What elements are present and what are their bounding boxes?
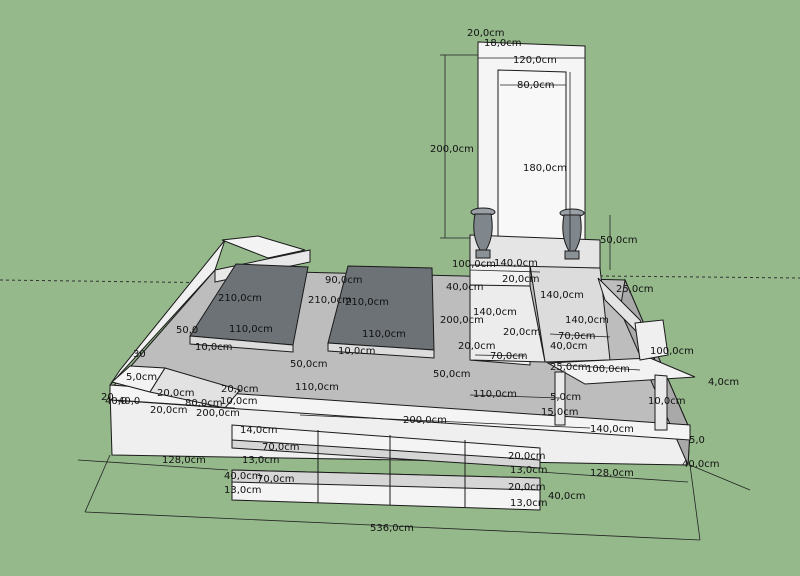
dim-label: 40,0cm — [550, 341, 588, 352]
dim-label: 10,0cm — [195, 342, 233, 353]
dim-label: 13,0cm — [224, 485, 262, 496]
dim-label: 50,0cm — [433, 369, 471, 380]
dim-label: 50,0cm — [600, 235, 638, 246]
dim-label: 140,0cm — [590, 424, 634, 435]
dim-label: 13,0cm — [510, 498, 548, 509]
dim-label: 70,0cm — [257, 474, 295, 485]
dim-label: 5,0cm — [126, 372, 157, 383]
dim-label: 14,0cm — [240, 425, 278, 436]
dim-label: 180,0cm — [523, 163, 567, 174]
dim-label: 10,0cm — [648, 396, 686, 407]
dim-label: 70,0cm — [262, 442, 300, 453]
dim-label: 18,0cm — [484, 38, 522, 49]
dim-label: 4,0cm — [708, 377, 739, 388]
dim-label: 80,0cm — [517, 80, 555, 91]
dim-label: 110,0cm — [362, 329, 406, 340]
dim-label: 100,0cm — [650, 346, 694, 357]
dim-label: 5,0 — [689, 435, 705, 446]
dim-label: 13,0cm — [242, 455, 280, 466]
dim-label: 128,0cm — [590, 468, 634, 479]
headstone-inner-panel — [497, 69, 567, 251]
dim-label: 30 — [133, 349, 146, 360]
dim-label: 20,0cm — [508, 482, 546, 493]
dim-label: 100,0cm — [586, 364, 630, 375]
dim-label: 20,0cm — [508, 451, 546, 462]
dim-label: 536,0cm — [370, 523, 414, 534]
dim-label: 140,0cm — [494, 258, 538, 269]
dim-label: 110,0cm — [229, 324, 273, 335]
dim-label: 40,0cm — [548, 491, 586, 502]
gravestone-3d-model: 20,0cm 18,0cm 120,0cm 80,0cm 200,0cm 180… — [0, 28, 800, 541]
dim-label: 40,0 — [105, 396, 127, 407]
dim-label: 200,0cm — [196, 408, 240, 419]
axis-line-right — [599, 275, 800, 279]
dim-label: 20,0cm — [503, 327, 541, 338]
dim-label: 15,0cm — [541, 407, 579, 418]
dim-label: 50,0 — [176, 325, 198, 336]
dim-label: 210,0cm — [308, 295, 352, 306]
dim-label: 50,0cm — [290, 359, 328, 370]
dim-label: 25,0cm — [616, 284, 654, 295]
dim-label: 120,0cm — [513, 55, 557, 66]
dim-label: 140,0cm — [540, 290, 584, 301]
dim-label: 70,0cm — [490, 351, 528, 362]
dim-label: 10,0cm — [220, 396, 258, 407]
dim-label: 90,0cm — [325, 275, 363, 286]
dim-label: 40,0cm — [446, 282, 484, 293]
dim-label: 110,0cm — [295, 382, 339, 393]
dim-label: 200,0cm — [403, 415, 447, 426]
dim-label: 200,0cm — [440, 315, 484, 326]
dim-label: 20,0cm — [221, 384, 259, 395]
dim-label: 13,0cm — [510, 465, 548, 476]
dim-label: 140,0cm — [565, 315, 609, 326]
dim-label: 210,0cm — [218, 293, 262, 304]
dim-label: 5,0cm — [550, 392, 581, 403]
dim-label: 110,0cm — [473, 389, 517, 400]
dim-label: 40,0cm — [224, 471, 262, 482]
dim-label: 40,0cm — [682, 459, 720, 470]
dim-label: 10,0cm — [338, 346, 376, 357]
dim-label: 20,0cm — [150, 405, 188, 416]
dim-label: 128,0cm — [162, 455, 206, 466]
dim-label: 100,0cm — [452, 259, 496, 270]
dim-label: 200,0cm — [430, 144, 474, 155]
dim-label: 20,0cm — [502, 274, 540, 285]
dim-label: 25,0cm — [550, 362, 588, 373]
